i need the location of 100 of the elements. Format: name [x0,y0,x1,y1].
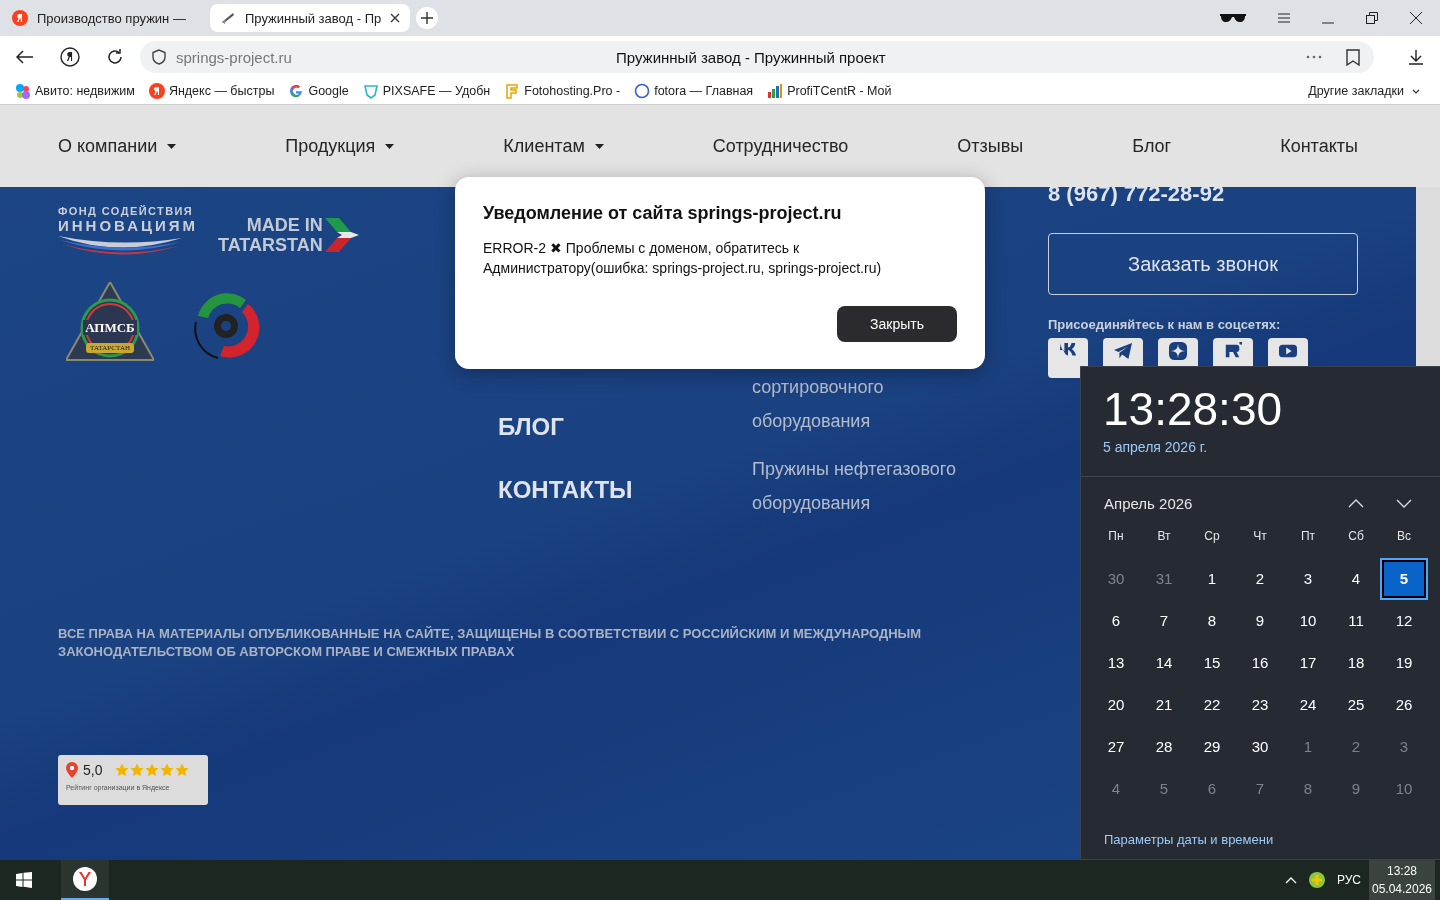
bookmark-icon[interactable] [1346,48,1360,66]
weekday-label: Вс [1396,528,1412,545]
weekday-label: Чт [1252,528,1268,545]
nav-link[interactable]: Блог [1132,135,1172,157]
calendar-day[interactable]: 12 [1380,600,1428,642]
weekday-label: Вт [1156,528,1172,545]
nav-link[interactable]: О компании [58,135,177,157]
circle-icon [634,83,651,99]
calendar-day[interactable]: 21 [1140,684,1188,726]
address-field[interactable]: springs-project.ru Пружинный завод - Пружинный проект [140,41,1374,73]
calendar-day[interactable]: 26 [1380,684,1428,726]
taskbar-app[interactable] [61,860,109,900]
reload-icon[interactable] [106,48,124,66]
close-icon[interactable] [1410,12,1422,24]
calendar-day[interactable]: 13 [1092,642,1140,684]
logo-text: АПМСБ [83,320,137,335]
bookmark-link[interactable]: PIXSAFE — Удобн [362,83,491,99]
calendar-day[interactable]: 5 [1140,768,1188,810]
nav-link[interactable]: Клиентам [503,135,604,157]
product-link[interactable]: сортировочного оборудования [752,370,992,438]
calendar-day[interactable]: 2 [1236,558,1284,600]
bookmark-link[interactable]: Авито: недвижим [15,83,135,99]
callback-button[interactable]: Заказать звонок [1048,233,1358,295]
calendar-day[interactable]: 4 [1092,768,1140,810]
calendar-day[interactable]: 3 [1380,726,1428,768]
calendar-day[interactable]: 17 [1284,642,1332,684]
calendar-day[interactable]: 22 [1188,684,1236,726]
bookmark-link[interactable]: Fotohosting.Pro - [504,83,621,99]
menu-icon[interactable] [1278,13,1290,23]
calendar-day[interactable]: 31 [1140,558,1188,600]
calendar-day[interactable]: 10 [1380,768,1428,810]
other-bookmarks-link[interactable]: Другие закладки [1308,84,1420,98]
incognito-glasses-icon[interactable] [1220,13,1246,23]
calendar-day[interactable]: 9 [1332,768,1380,810]
calendar-day[interactable]: 7 [1236,768,1284,810]
calendar-day[interactable]: 24 [1284,684,1332,726]
calendar-day[interactable]: 30 [1236,726,1284,768]
calendar-day[interactable]: 25 [1332,684,1380,726]
calendar-day[interactable]: 6 [1092,600,1140,642]
footer-menu-link[interactable]: КОНТАКТЫ [498,474,752,506]
more-icon[interactable] [1306,55,1322,59]
yandex-favicon-icon [148,83,165,99]
new-tab-icon[interactable] [416,7,438,29]
browser-tab[interactable]: Пружинный завод - Пр [210,4,410,32]
bookmark-link[interactable]: ProfiTCentR - Мой [767,83,892,99]
calendar-day[interactable]: 8 [1188,600,1236,642]
calendar-day[interactable]: 20 [1092,684,1140,726]
calendar-day[interactable]: 7 [1140,600,1188,642]
plus-badge-icon[interactable] [1308,872,1325,888]
download-icon[interactable] [1408,49,1424,65]
chevron-down-icon[interactable] [1396,499,1412,508]
yandex-logo-icon[interactable] [60,47,80,67]
browser-tab[interactable]: Производство пружин — [10,4,206,32]
product-link[interactable]: Пружины нефтегазового оборудования [752,452,992,520]
calendar-day[interactable]: 19 [1380,642,1428,684]
calendar-day[interactable]: 2 [1332,726,1380,768]
restore-icon[interactable] [1366,12,1378,24]
nav-link[interactable]: Продукция [285,135,395,157]
page-title: Пружинный завод - Пружинный проект [616,48,887,66]
calendar-day[interactable]: 23 [1236,684,1284,726]
calendar-day[interactable]: 28 [1140,726,1188,768]
date-link[interactable]: 5 апреля 2026 г. [1103,439,1420,455]
bookmark-link[interactable]: fotora — Главная [634,83,754,99]
calendar-day[interactable]: 1 [1188,558,1236,600]
nav-link[interactable]: Отзывы [957,135,1024,157]
calendar-day[interactable]: 27 [1092,726,1140,768]
social-button[interactable] [1048,338,1088,378]
language-indicator[interactable]: РУС [1336,873,1361,887]
weekday-label: Ср [1203,528,1221,545]
yandex-browser-icon [73,867,97,891]
month-title[interactable]: Апрель 2026 [1104,495,1193,512]
shield-favicon-icon [362,83,379,99]
close-button[interactable]: Закрыть [837,306,957,342]
bookmark-link[interactable]: Google [288,83,349,99]
footer-menu-link[interactable]: БЛОГ [498,411,752,443]
calendar-day[interactable]: 30 [1092,558,1140,600]
calendar-day[interactable]: 11 [1332,600,1380,642]
back-arrow-icon[interactable] [16,50,34,64]
calendar-day[interactable]: 15 [1188,642,1236,684]
nav-link[interactable]: Контакты [1280,135,1358,157]
windows-logo-icon[interactable] [16,872,32,888]
calendar-day[interactable]: 16 [1236,642,1284,684]
shield-icon [152,49,166,65]
calendar-day[interactable]: 3 [1284,558,1332,600]
calendar-day[interactable]: 10 [1284,600,1332,642]
nav-link[interactable]: Сотрудничество [712,135,849,157]
calendar-day[interactable]: 14 [1140,642,1188,684]
calendar-day[interactable]: 4 [1332,558,1380,600]
bookmark-link[interactable]: Яндекс — быстры [148,83,275,99]
date-time-settings-link[interactable]: Параметры даты и времени [1104,832,1440,847]
taskbar-clock[interactable]: 13:28 05.04.2026 [1369,860,1435,900]
calendar-day[interactable]: 5 [1380,558,1428,600]
calendar-day[interactable]: 8 [1284,768,1332,810]
calendar-day[interactable]: 18 [1332,642,1380,684]
calendar-day[interactable]: 9 [1236,600,1284,642]
chevron-up-icon[interactable] [1348,499,1364,508]
map-pin-icon [66,762,78,778]
calendar-day[interactable]: 29 [1188,726,1236,768]
calendar-day[interactable]: 1 [1284,726,1332,768]
calendar-day[interactable]: 6 [1188,768,1236,810]
